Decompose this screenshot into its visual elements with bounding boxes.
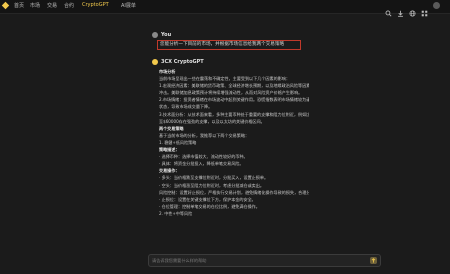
download-icon[interactable]: [397, 2, 404, 17]
nav-item-futures[interactable]: 合约: [64, 2, 74, 9]
response-line: · 空头：当价格涨至阻力位附近时，考虑分批减仓或卖出。: [159, 182, 264, 188]
nav-item-cryptogpt[interactable]: CryptoGPT: [82, 2, 109, 8]
user-icon[interactable]: [433, 2, 440, 9]
user-name-label: You: [161, 32, 172, 38]
user-avatar: [152, 32, 158, 38]
response-line: · 选择币种：选择市值较大、流动性较好的币种。: [159, 154, 248, 160]
assistant-name-label: 3CX CryptoGPT: [161, 59, 204, 65]
nav-item-ai-orders[interactable]: AI展单: [121, 2, 136, 9]
response-line: 冲击。美联储加息政策预计将持续增强流动性，从而对风险资产价格产生影响。: [159, 90, 303, 96]
search-icon[interactable]: [385, 2, 392, 17]
response-line: 基于当前市场的分析，我推荐以下两个交易策略：: [159, 132, 250, 138]
response-line: · 具体：将资金分批投入，降低单笔交易风险。: [159, 161, 244, 167]
response-heading: 策略描述：: [159, 147, 180, 153]
chat-input-box: [148, 254, 381, 267]
response-heading: 交易操作：: [159, 168, 180, 174]
response-line: 当前市场呈现出一些在震荡和不确定性，主要受到以下几个因素的影响：: [159, 76, 290, 82]
response-line: · 仓位管理：控制单笔交易的仓位比例，避免满仓操作。: [159, 203, 260, 209]
response-line: 状态，导致市场成交量下降。: [159, 104, 213, 110]
response-line: · 止损位：设置在关键支撑位下方，保护本金的安全。: [159, 196, 256, 202]
response-line: 1.宏观经济因素：美联储的货币政策、全球经济增长预期，以及地缘政治风险等因素对加…: [159, 83, 309, 89]
assistant-response: 市场分析当前市场呈现出一些在震荡和不确定性，主要受到以下几个因素的影响： 1.宏观…: [159, 68, 309, 217]
response-line: 至$60000存在强劲的支撑，以及以太坊的关键价格区间。: [159, 118, 265, 124]
top-navigation-bar: 首页 市场 交易 合约 CryptoGPT AI展单: [0, 0, 450, 17]
response-line: 3.技术面分析：从技术面来看，多种主要币种处于重要的支撑和阻力位附近，例如比特币…: [159, 111, 309, 117]
assistant-avatar: [152, 59, 158, 65]
user-message: 您能分析一下目前的市场，并根据市场信息给我两个交易策略: [157, 40, 301, 50]
response-line: 2.市场情绪：投资者情绪在市场波动中起到关键作用。恐慌指数表明市场情绪较为谨慎，…: [159, 97, 309, 103]
response-line: 2. 中性+中等风险: [159, 210, 193, 216]
chat-input[interactable]: [152, 256, 357, 264]
send-button[interactable]: [370, 257, 377, 264]
response-heading: 市场分析: [159, 69, 176, 74]
response-heading: 两个交易策略: [159, 125, 184, 131]
nav-item-trade[interactable]: 交易: [47, 2, 57, 9]
globe-icon[interactable]: [409, 2, 416, 17]
send-arrow-icon: [371, 258, 376, 263]
brand-logo[interactable]: [1, 1, 10, 10]
grid-icon[interactable]: [421, 2, 428, 17]
response-line: 风险控制：设置好止损位，严格执行交易计划，避免情绪化操作导致的损失，合理分配仓位…: [159, 189, 309, 195]
nav-item-market[interactable]: 市场: [30, 2, 40, 9]
nav-item-home[interactable]: 首页: [14, 2, 24, 9]
response-line: 1. 稳健+低风险策略: [159, 139, 197, 145]
response-line: · 多头：当价格跌至支撑位附近时，分批买入，设置止损单。: [159, 175, 269, 181]
